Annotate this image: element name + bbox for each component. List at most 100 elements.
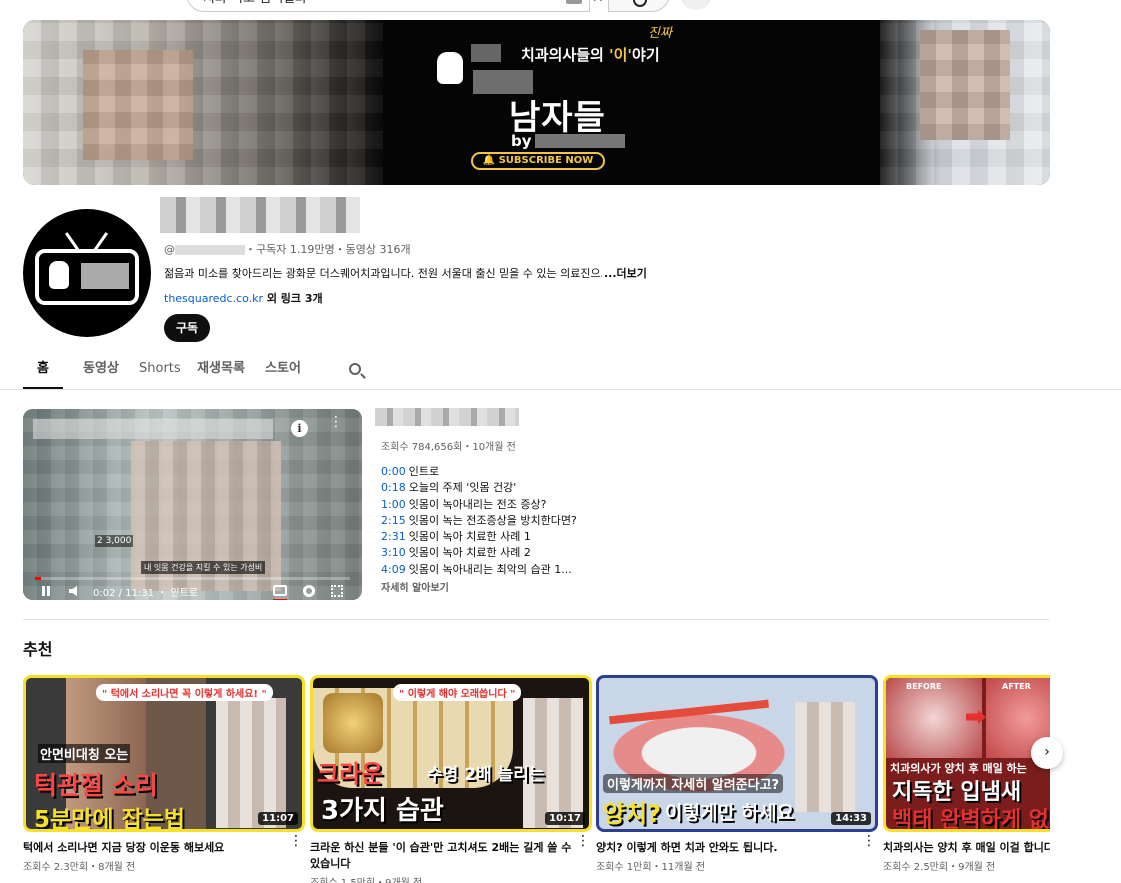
player-controls: 0:02 / 11:31 ・ 인트로 xyxy=(23,577,362,600)
more-vert-icon[interactable]: ⋮ xyxy=(576,834,590,848)
thumbnail-text: 3가지 습관 xyxy=(321,796,444,826)
tooth-icon xyxy=(437,52,463,84)
chapter-list: 0:00 인트로 0:18 오늘의 주제 '잇몸 건강' 1:00 잇몸이 녹아내리는… xyxy=(381,464,577,578)
video-card[interactable]: BEFORE AFTER 치과의사가 양치 후 매일 하는 지독한 입냄새 백태… xyxy=(883,675,1050,873)
chapter-item[interactable]: 3:10 잇몸이 녹아 치료한 사례 2 xyxy=(381,545,577,561)
video-meta: 조회수 1.5만회・9개월 전 xyxy=(310,874,592,883)
close-icon[interactable]: ✕ xyxy=(592,0,604,6)
video-card[interactable]: " 이렇게 해야 오래씁니다 " 크라운 수명 2배 늘리는 3가지 습관 10… xyxy=(310,675,592,883)
banner-image-left xyxy=(23,20,383,185)
video-thumbnail[interactable]: " 이렇게 해야 오래씁니다 " 크라운 수명 2배 늘리는 3가지 습관 10… xyxy=(310,675,592,832)
chapter-item[interactable]: 0:18 오늘의 주제 '잇몸 건강' xyxy=(381,480,577,496)
channel-handle xyxy=(175,245,245,255)
fullscreen-icon[interactable] xyxy=(331,585,343,597)
search-icon xyxy=(633,0,647,7)
search-button[interactable] xyxy=(608,0,670,12)
info-icon[interactable]: i xyxy=(291,420,308,437)
clear-icon[interactable] xyxy=(566,0,582,4)
video-title[interactable]: 양치? 이렇게 하면 치과 안와도 됩니다. xyxy=(596,840,858,856)
more-links[interactable]: 외 링크 3개 xyxy=(263,292,323,305)
blurred-text xyxy=(535,134,625,148)
blurred-text xyxy=(81,263,129,289)
channel-banner: 진짜 치과의사들의 '이'야기 남자들 by 🔔 SUBSCRIBE NOW xyxy=(23,20,1050,185)
video-meta: 조회수 2.5만회・9개월 전 xyxy=(883,862,996,873)
video-meta: 조회수 2.3만회・8개월 전 xyxy=(23,862,136,873)
video-thumbnail[interactable]: BEFORE AFTER 치과의사가 양치 후 매일 하는 지독한 입냄새 백태… xyxy=(883,675,1050,832)
subtitles-icon[interactable] xyxy=(273,585,287,596)
player-caption: 내 잇몸 건강을 지킬 수 있는 가성비 xyxy=(141,561,266,574)
chapter-item[interactable]: 2:31 잇몸이 녹아 치료한 사례 1 xyxy=(381,529,577,545)
banner-tagline-top: 진짜 xyxy=(648,26,672,41)
channel-description[interactable]: 젊음과 미소를 찾아드리는 광화문 더스퀘어치과입니다. 전원 서울대 출신 믿… xyxy=(164,265,634,281)
divider xyxy=(23,619,1050,620)
video-title[interactable]: 치과의사는 양치 후 매일 이걸 합니다 없애는 방법 xyxy=(883,840,1050,856)
divider xyxy=(0,389,1121,390)
duration-badge: 14:33 xyxy=(831,812,871,825)
thumbnail-text: 안면비대칭 오는 xyxy=(38,744,131,763)
subscribe-button[interactable]: 구독 xyxy=(164,314,210,342)
video-title[interactable]: 크라운 하신 분들 '이 습관'만 고치셔도 2배는 길게 쓸 수 있습니다 xyxy=(310,840,572,872)
featured-video-meta: 조회수 784,656회・10개월 전 xyxy=(381,442,516,453)
featured-video-player[interactable]: i ⋮ 2 3,000 내 잇몸 건강을 지킬 수 있는 가성비 0:02 / … xyxy=(23,409,362,600)
video-thumbnail[interactable]: " 턱에서 소리나면 꼭 이렇게 하세요! " 안면비대칭 오는 턱관절 소리 … xyxy=(23,675,305,832)
chapter-item[interactable]: 2:15 잇몸이 녹는 전조증상을 방치한다면? xyxy=(381,513,577,529)
video-card[interactable]: 이렇게까지 자세히 알려준다고? 양치? 이렇게만 하세요 14:33 양치? … xyxy=(596,675,878,873)
channel-tabs: 홈 동영상 Shorts 재생목록 스토어 xyxy=(23,352,389,389)
blurred-text xyxy=(471,44,501,62)
thumbnail-text: 턱관절 소리 xyxy=(34,771,158,800)
video-shelf: " 턱에서 소리나면 꼭 이렇게 하세요! " 안면비대칭 오는 턱관절 소리 … xyxy=(23,675,1050,883)
tab-shorts[interactable]: Shorts xyxy=(139,352,181,389)
section-title: 추천 xyxy=(23,640,53,659)
pause-icon[interactable] xyxy=(41,586,51,596)
channel-avatar[interactable] xyxy=(23,209,151,337)
duration-badge: 10:17 xyxy=(545,812,585,825)
banner-center: 진짜 치과의사들의 '이'야기 남자들 by 🔔 SUBSCRIBE NOW xyxy=(423,20,743,185)
more-vert-icon[interactable]: ⋮ xyxy=(862,834,876,848)
description-more-link[interactable]: ...더보기 xyxy=(602,265,647,281)
thumbnail-text: AFTER xyxy=(1002,682,1031,691)
gear-icon[interactable] xyxy=(303,585,315,597)
channel-link[interactable]: thesquaredc.co.kr xyxy=(164,292,263,305)
more-vert-icon[interactable]: ⋮ xyxy=(289,834,303,848)
banner-person-left xyxy=(83,50,193,160)
tab-search[interactable] xyxy=(345,352,369,389)
tab-store[interactable]: 스토어 xyxy=(265,352,301,389)
thumbnail-text: 크라운 xyxy=(317,760,384,788)
chevron-right-icon[interactable]: › xyxy=(1031,737,1063,769)
tab-videos[interactable]: 동영상 xyxy=(83,352,119,389)
thumbnail-text: BEFORE xyxy=(906,682,942,691)
banner-subscribe-pill: 🔔 SUBSCRIBE NOW xyxy=(471,152,605,170)
thumbnail-text: " 턱에서 소리나면 꼭 이렇게 하세요! " xyxy=(96,684,273,701)
search-input[interactable]: 치과 미소 검색결과 xyxy=(186,0,590,12)
thumbnail-text: 이렇게까지 자세히 알려준다고? xyxy=(603,774,784,793)
video-title[interactable]: 턱에서 소리나면 지금 당장 이운동 해보세요 xyxy=(23,840,285,856)
tooth-icon xyxy=(49,261,69,289)
tab-playlists[interactable]: 재생목록 xyxy=(197,352,245,389)
top-bar: 치과 미소 검색결과 ✕ xyxy=(0,0,1121,14)
volume-icon[interactable] xyxy=(69,586,77,596)
duration-badge: 11:07 xyxy=(258,812,298,825)
banner-tagline: 치과의사들의 '이'야기 xyxy=(521,46,660,64)
featured-video-title[interactable] xyxy=(375,408,519,426)
thumbnail-text: 5분만에 잡는법 xyxy=(34,807,185,832)
channel-meta: @ ・구독자 1.19만명・동영상 316개 xyxy=(164,243,411,256)
player-time: 0:02 / 11:31 ・ 인트로 xyxy=(93,588,198,599)
voice-search-button[interactable] xyxy=(680,0,712,10)
chapter-item[interactable]: 1:00 잇몸이 녹아내리는 전조 증상? xyxy=(381,497,577,513)
thumbnail-text: 이렇게만 하세요 xyxy=(665,802,794,824)
chapter-item[interactable]: 0:00 인트로 xyxy=(381,464,577,480)
video-card[interactable]: " 턱에서 소리나면 꼭 이렇게 하세요! " 안면비대칭 오는 턱관절 소리 … xyxy=(23,675,305,873)
read-more-link[interactable]: 자세히 알아보기 xyxy=(381,579,449,594)
more-vert-icon[interactable]: ⋮ xyxy=(329,415,343,437)
player-overlay-text: 2 3,000 xyxy=(95,535,134,547)
banner-person-right xyxy=(920,30,1010,140)
tab-home[interactable]: 홈 xyxy=(23,352,63,389)
video-thumbnail[interactable]: 이렇게까지 자세히 알려준다고? 양치? 이렇게만 하세요 14:33 xyxy=(596,675,878,832)
banner-by: by xyxy=(511,132,532,150)
thumbnail-text: 수명 2배 늘리는 xyxy=(427,765,545,785)
search-icon xyxy=(349,363,361,375)
chapter-item[interactable]: 4:09 잇몸이 녹아내리는 최악의 습관 1... xyxy=(381,562,577,578)
thumbnail-text: " 이렇게 해야 오래씁니다 " xyxy=(393,684,522,701)
thumbnail-text: 양치? xyxy=(603,800,662,828)
channel-links[interactable]: thesquaredc.co.kr 외 링크 3개 xyxy=(164,290,323,306)
